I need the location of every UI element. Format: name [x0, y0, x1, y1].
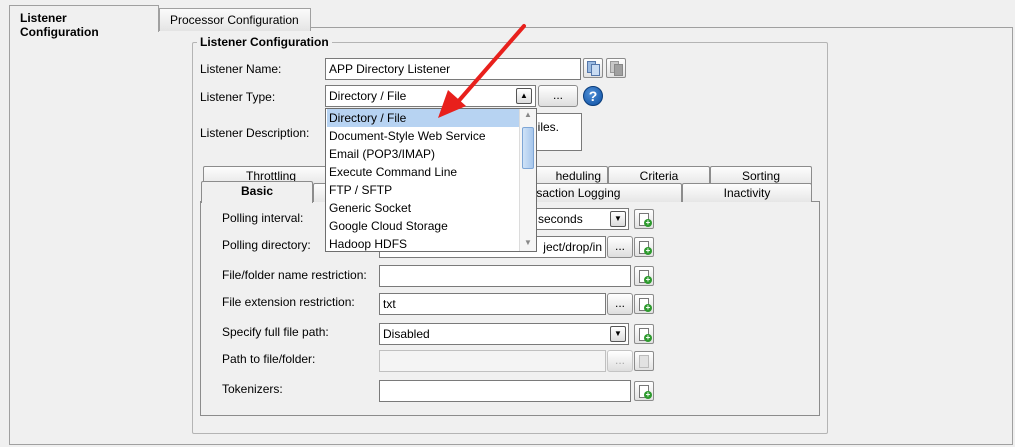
- name-restriction-input[interactable]: [379, 265, 631, 287]
- scroll-down-icon[interactable]: ▼: [523, 238, 533, 247]
- dropdown-option[interactable]: Hadoop HDFS: [327, 235, 520, 251]
- unit-text: seconds: [538, 212, 583, 226]
- extension-browse-button[interactable]: ...: [607, 293, 633, 315]
- dropdown-option[interactable]: FTP / SFTP: [327, 181, 520, 199]
- tab-label: Criteria: [639, 169, 679, 183]
- extension-restriction-input[interactable]: txt: [379, 293, 606, 315]
- add-variable-icon[interactable]: +: [634, 324, 654, 344]
- tab-processor-configuration[interactable]: Processor Configuration: [159, 8, 311, 31]
- listener-description-label: Listener Description:: [200, 126, 310, 140]
- tab-inactivity[interactable]: Inactivity: [682, 183, 812, 202]
- dropdown-scrollbar[interactable]: ▲ ▼: [519, 109, 536, 251]
- full-path-select[interactable]: Disabled: [379, 323, 629, 345]
- name-restriction-label: File/folder name restriction:: [222, 268, 367, 282]
- polling-directory-label: Polling directory:: [222, 238, 311, 252]
- listener-type-browse-button[interactable]: ...: [538, 85, 578, 107]
- add-variable-disabled-icon[interactable]: [634, 351, 654, 371]
- add-variable-icon[interactable]: +: [634, 209, 654, 229]
- tab-listener-configuration[interactable]: Listener Configuration: [9, 5, 159, 39]
- tab-label: ansaction Logging: [523, 186, 621, 200]
- path-to-file-label: Path to file/folder:: [222, 352, 316, 366]
- tab-label: Basic: [240, 184, 274, 198]
- add-variable-icon[interactable]: +: [634, 237, 654, 257]
- dropdown-option[interactable]: Generic Socket: [327, 199, 520, 217]
- polling-directory-browse-button[interactable]: ...: [607, 236, 633, 258]
- tab-label: Sorting: [741, 169, 781, 183]
- path-browse-button[interactable]: ...: [607, 350, 633, 372]
- chevron-down-icon[interactable]: ▼: [610, 211, 626, 227]
- add-variable-icon[interactable]: +: [634, 381, 654, 401]
- add-variable-icon[interactable]: +: [634, 266, 654, 286]
- help-icon[interactable]: ?: [583, 86, 603, 106]
- chevron-down-icon[interactable]: ▼: [610, 326, 626, 342]
- tokenizers-input[interactable]: [379, 380, 631, 402]
- dropdown-option[interactable]: Email (POP3/IMAP): [327, 145, 520, 163]
- tokenizers-label: Tokenizers:: [222, 382, 283, 396]
- copy-icon[interactable]: [583, 58, 603, 78]
- listener-type-dropdown[interactable]: Directory / File Document-Style Web Serv…: [325, 108, 537, 252]
- copy-gray-icon[interactable]: [606, 58, 626, 78]
- fieldset-legend: Listener Configuration: [197, 35, 332, 49]
- polling-interval-label: Polling interval:: [222, 211, 304, 225]
- tab-label: Listener Configuration: [20, 11, 99, 39]
- tab-label: heduling: [555, 169, 601, 183]
- tab-transaction-logging[interactable]: ansaction Logging: [512, 183, 682, 202]
- dropdown-option[interactable]: Document-Style Web Service: [327, 127, 520, 145]
- dropdown-option[interactable]: Google Cloud Storage: [327, 217, 520, 235]
- listener-type-label: Listener Type:: [200, 90, 276, 104]
- full-path-label: Specify full file path:: [222, 325, 329, 339]
- tab-label: Inactivity: [723, 186, 771, 200]
- red-arrow-icon: [438, 24, 526, 118]
- extension-restriction-label: File extension restriction:: [222, 295, 355, 309]
- path-to-file-input[interactable]: [379, 350, 606, 372]
- tab-basic[interactable]: Basic: [201, 181, 313, 203]
- scrollbar-thumb[interactable]: [522, 127, 534, 169]
- dropdown-option[interactable]: Execute Command Line: [327, 163, 520, 181]
- listener-name-label: Listener Name:: [200, 62, 282, 76]
- tab-label: Processor Configuration: [170, 13, 299, 27]
- add-variable-icon[interactable]: +: [634, 294, 654, 314]
